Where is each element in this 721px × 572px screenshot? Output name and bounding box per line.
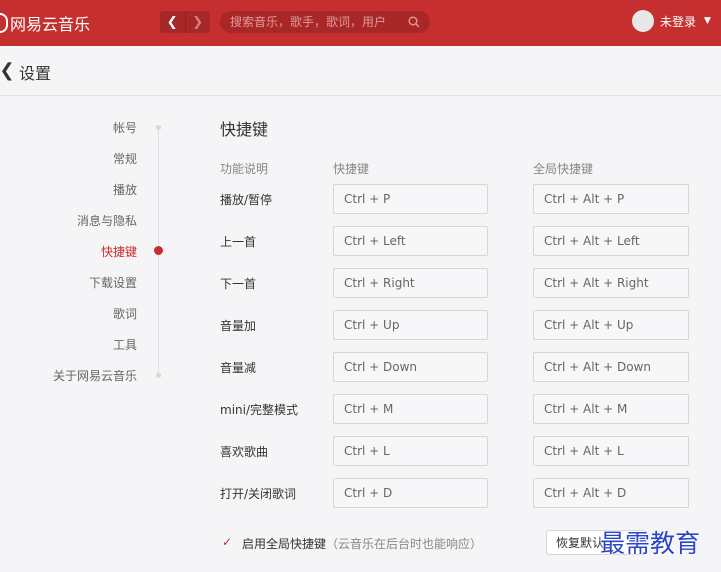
global-shortcut-toggle-label[interactable]: 启用全局快捷键（云音乐在后台时也能响应）	[242, 535, 482, 552]
section-title: 快捷键	[220, 120, 269, 139]
sidebar-item-shortcuts[interactable]: 快捷键	[101, 243, 137, 260]
row-label: mini/完整模式	[220, 403, 299, 417]
row-label: 音量减	[220, 361, 257, 375]
shortcut-field[interactable]: Ctrl + D	[333, 478, 488, 508]
sidebar-item-account[interactable]: 帐号	[113, 119, 137, 136]
shortcut-field[interactable]: Ctrl + L	[333, 436, 488, 466]
chevron-right-icon: ❯	[192, 14, 204, 30]
global-shortcut-checkbox[interactable]: ✓	[220, 535, 234, 549]
forward-button[interactable]: ❯	[186, 11, 211, 33]
checkmark-icon: ✓	[221, 535, 233, 549]
row-label: 下一首	[220, 277, 257, 291]
global-toggle-text[interactable]: 启用全局快捷键	[242, 537, 326, 551]
sidebar-item-download[interactable]: 下载设置	[89, 274, 137, 291]
chevron-left-icon[interactable]: ❮	[0, 60, 15, 81]
global-shortcut-field[interactable]: Ctrl + Alt + Right	[533, 268, 689, 298]
column-header-local: 快捷键	[333, 162, 370, 176]
row-label: 播放/暂停	[220, 193, 273, 207]
row-label: 喜欢歌曲	[220, 445, 269, 459]
page-title: 设置	[19, 64, 52, 83]
login-status[interactable]: 未登录	[660, 13, 696, 30]
app-logo[interactable]: 网易云音乐	[0, 12, 90, 34]
netease-logo-icon	[0, 13, 8, 33]
sidebar-item-playback[interactable]: 播放	[113, 181, 137, 198]
global-shortcut-field[interactable]: Ctrl + Alt + D	[533, 478, 689, 508]
page-header: ❮ 设置	[0, 46, 721, 96]
row-label: 上一首	[220, 235, 257, 249]
nav-dot	[156, 125, 161, 130]
global-shortcut-field[interactable]: Ctrl + Alt + Down	[533, 352, 689, 382]
row-label: 打开/关闭歌词	[220, 487, 297, 501]
column-header-function: 功能说明	[220, 162, 269, 176]
active-nav-dot	[154, 246, 163, 255]
app-name: 网易云音乐	[10, 15, 91, 34]
avatar[interactable]	[632, 10, 654, 32]
column-header-global: 全局快捷键	[533, 162, 594, 176]
global-shortcut-field[interactable]: Ctrl + Alt + P	[533, 184, 689, 214]
back-button[interactable]: ❮	[160, 11, 185, 33]
global-toggle-hint: （云音乐在后台时也能响应）	[326, 537, 483, 551]
user-menu[interactable]: 未登录 ▼	[632, 10, 711, 32]
global-shortcut-field[interactable]: Ctrl + Alt + Left	[533, 226, 689, 256]
triangle-down-icon[interactable]: ▼	[704, 16, 711, 26]
row-label: 音量加	[220, 319, 257, 333]
shortcut-field[interactable]: Ctrl + M	[333, 394, 488, 424]
history-nav: ❮ ❯	[160, 11, 210, 33]
sidebar-item-general[interactable]: 常规	[113, 150, 137, 167]
sidebar-item-privacy[interactable]: 消息与隐私	[77, 212, 137, 229]
shortcut-field[interactable]: Ctrl + Left	[333, 226, 488, 256]
global-shortcut-field[interactable]: Ctrl + Alt + Up	[533, 310, 689, 340]
shortcut-field[interactable]: Ctrl + Up	[333, 310, 488, 340]
global-shortcut-field[interactable]: Ctrl + Alt + M	[533, 394, 689, 424]
sidebar-item-tools[interactable]: 工具	[113, 336, 137, 353]
shortcut-field[interactable]: Ctrl + Down	[333, 352, 488, 382]
shortcut-field[interactable]: Ctrl + Right	[333, 268, 488, 298]
sidebar-item-lyrics[interactable]: 歌词	[113, 305, 137, 322]
sidebar-item-about[interactable]: 关于网易云音乐	[53, 367, 137, 384]
title-bar: 网易云音乐 ❮ ❯ 未登录 ▼	[0, 0, 721, 46]
chevron-left-icon: ❮	[166, 14, 178, 30]
shortcut-field[interactable]: Ctrl + P	[333, 184, 488, 214]
settings-nav: 帐号 常规 播放 消息与隐私 快捷键 下载设置 歌词 工具 关于网易云音乐	[0, 96, 170, 572]
search-icon[interactable]	[408, 16, 420, 28]
nav-dot	[156, 373, 161, 378]
search-box	[220, 11, 430, 33]
watermark: 最需教育	[600, 529, 701, 558]
search-input[interactable]	[230, 12, 408, 32]
global-shortcut-field[interactable]: Ctrl + Alt + L	[533, 436, 689, 466]
